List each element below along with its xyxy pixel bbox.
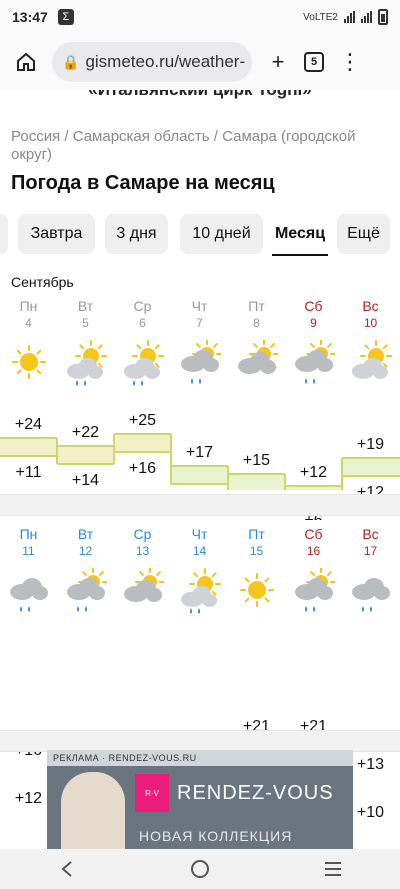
home-circle-icon[interactable] (180, 851, 220, 887)
tab-more[interactable]: Ещё (337, 214, 390, 254)
browser-toolbar: 🔒 gismeteo.ru/weather- + 5 ⋮ (0, 34, 400, 90)
month-label: Сентябрь (11, 274, 74, 290)
week-divider (0, 730, 400, 752)
notification-icon: Σ (57, 9, 74, 25)
tab-3-days[interactable]: 3 дня (105, 214, 168, 254)
max-temperature: +19 (356, 436, 385, 453)
max-temperature: +17 (185, 444, 214, 461)
max-temperature: +15 (242, 452, 271, 469)
tab-switcher-button[interactable]: 5 (296, 44, 332, 80)
ad-model-image (61, 772, 125, 849)
lock-icon: 🔒 (62, 53, 80, 70)
tabs-count: 5 (304, 52, 324, 72)
week-divider (0, 494, 400, 516)
signal-icon (344, 11, 355, 23)
breadcrumb[interactable]: Россия / Самарская область / Самара (гор… (11, 128, 391, 164)
ad-brand: RENDEZ-VOUS (177, 782, 334, 804)
min-temperature: +11 (15, 464, 42, 481)
home-icon[interactable] (8, 44, 44, 80)
status-time: 13:47 (12, 9, 48, 25)
advertisement-banner[interactable]: РЕКЛАМА · RENDEZ-VOUS.RU R·V RENDEZ-VOUS… (47, 750, 353, 849)
ad-logo: R·V (135, 774, 169, 812)
min-temperature: +16 (128, 460, 157, 477)
week-card: Пн 4 Вт 5 Ср 6 Чт 7 Пт 8 Сб 9 Вс 10 +24 +11 +22 +14 +25 +16… (0, 296, 400, 529)
max-temperature: +25 (128, 412, 157, 429)
signal-icon-2 (361, 11, 372, 23)
max-temperature: +24 (14, 416, 43, 433)
max-temperature: +12 (299, 464, 328, 481)
temp-band (342, 458, 400, 476)
top-banner[interactable]: «Итальянский цирк Togni» (0, 90, 400, 102)
address-bar[interactable]: 🔒 gismeteo.ru/weather- (52, 42, 252, 82)
volte-indicator: VoLTE2 (303, 11, 338, 23)
min-temperature: +14 (71, 472, 100, 489)
new-tab-icon[interactable]: + (260, 44, 296, 80)
url-text: gismeteo.ru/weather- (85, 52, 246, 71)
system-nav-bar (0, 849, 400, 889)
temp-band (0, 438, 57, 456)
max-temperature: +22 (71, 424, 100, 441)
menu-icon[interactable]: ⋮ (332, 44, 368, 80)
temp-band (171, 466, 228, 484)
week-card: Пн11Вт12Ср13Чт14Пт15Сб16Вс17+16+12+17+10… (0, 520, 400, 821)
temp-band (114, 434, 171, 452)
temp-band (57, 446, 114, 464)
tab-10-days[interactable]: 10 дней (180, 214, 263, 254)
ad-subtitle: НОВАЯ КОЛЛЕКЦИЯ (139, 828, 293, 844)
battery-icon (378, 9, 388, 25)
temp-band (228, 474, 285, 490)
status-bar: 13:47 Σ VoLTE2 (0, 0, 400, 34)
web-page: «Итальянский цирк Togni» Россия / Самарс… (0, 90, 400, 849)
tab-tomorrow[interactable]: Завтра (18, 214, 95, 254)
ad-label: РЕКЛАМА · RENDEZ-VOUS.RU (47, 750, 353, 766)
page-title: Погода в Самаре на месяц (11, 172, 275, 194)
period-tabs: Завтра 3 дня 10 дней Месяц Ещё (0, 214, 400, 256)
recents-icon[interactable] (313, 851, 353, 887)
temperature-strip (0, 520, 400, 730)
tab-month[interactable]: Месяц (272, 214, 328, 256)
tab-today-partial[interactable] (0, 214, 8, 254)
back-icon[interactable] (47, 851, 87, 887)
